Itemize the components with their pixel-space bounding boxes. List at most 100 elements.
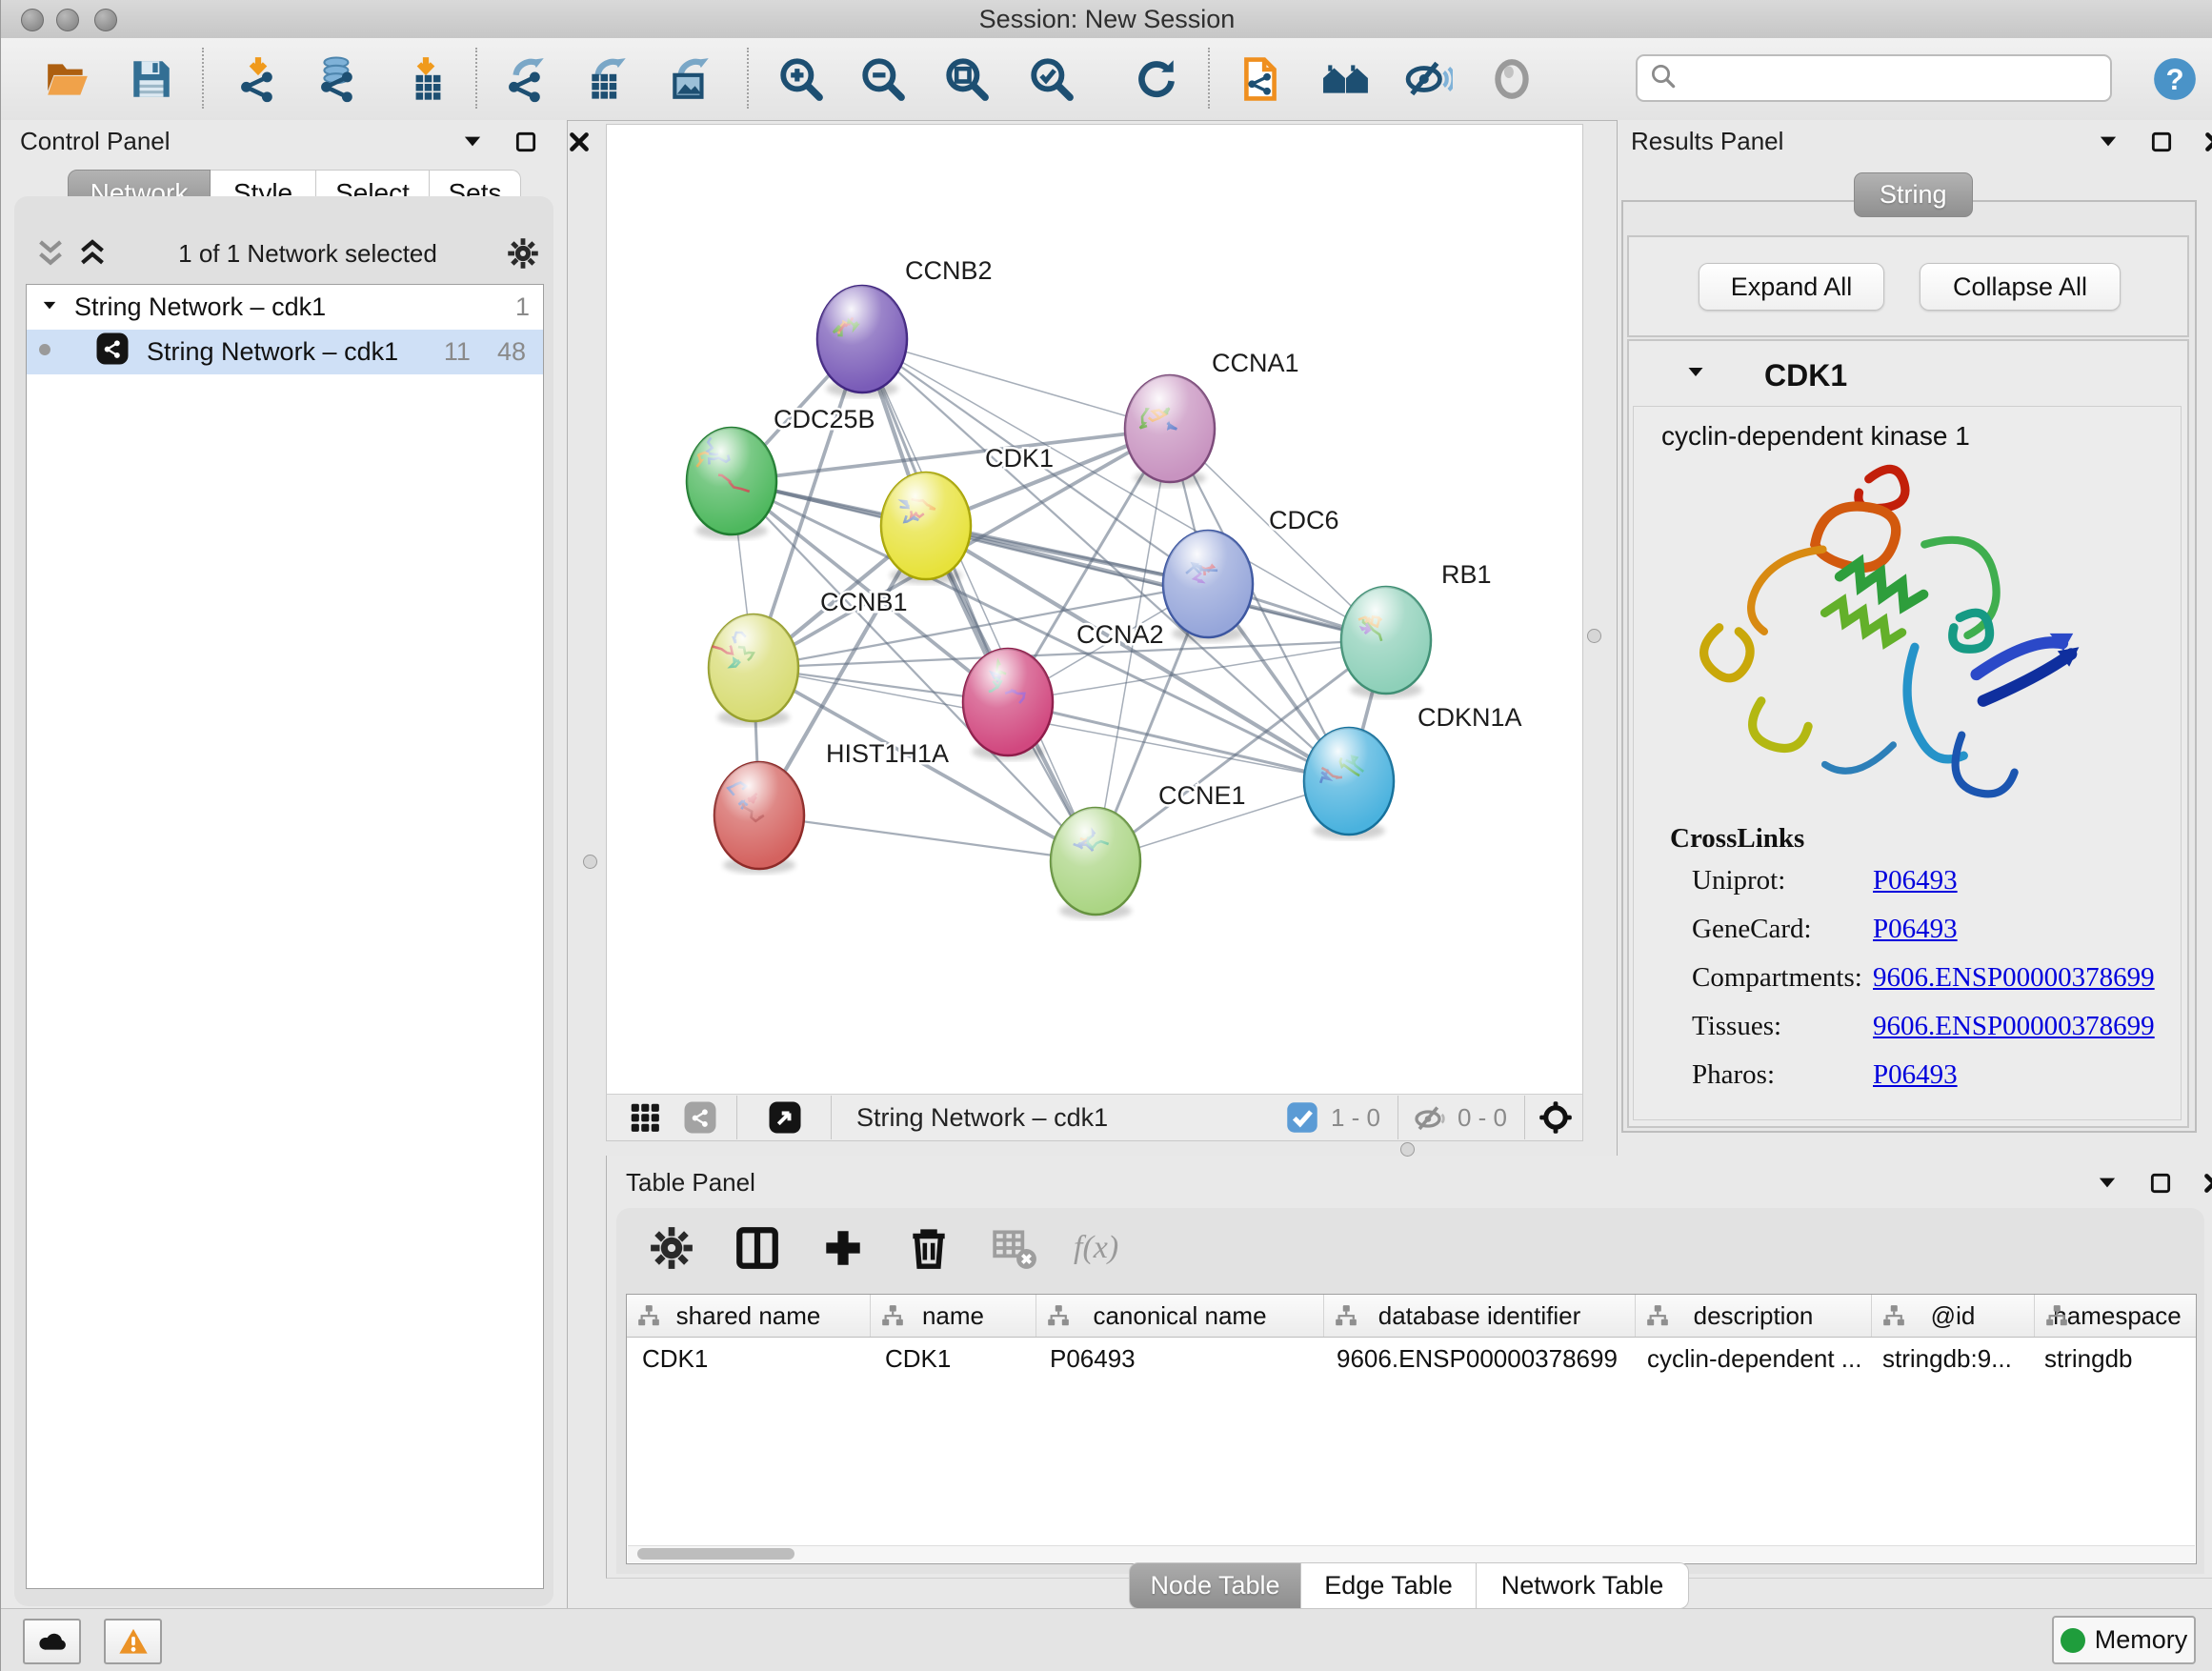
- zoom-out-button[interactable]: [856, 52, 910, 106]
- crosslink-value-link[interactable]: P06493: [1873, 914, 1958, 945]
- table-row[interactable]: CDK1CDK1P064939606.ENSP00000378699cyclin…: [627, 1338, 2196, 1379]
- expand-all-button[interactable]: Expand All: [1699, 263, 1884, 311]
- crosslink-value-link[interactable]: P06493: [1873, 1059, 1958, 1091]
- memory-button[interactable]: Memory: [2052, 1616, 2196, 1664]
- column-header--id[interactable]: @id: [1872, 1295, 2035, 1337]
- export-image-button[interactable]: [664, 52, 717, 106]
- show-columns-icon[interactable]: [731, 1221, 784, 1275]
- network-node-CCNE1[interactable]: [1051, 808, 1140, 919]
- import-database-button[interactable]: [312, 52, 365, 106]
- zoom-fit-button[interactable]: [940, 52, 994, 106]
- function-builder-button[interactable]: f(x): [1074, 1230, 1118, 1266]
- network-node-HIST1H1A[interactable]: [714, 762, 804, 874]
- network-row[interactable]: String Network – cdk1 11 48: [27, 330, 543, 374]
- column-header-database-identifier[interactable]: database identifier: [1324, 1295, 1636, 1337]
- selected-checkbox-icon[interactable]: [1281, 1097, 1323, 1138]
- show-eye-button[interactable]: [1485, 52, 1538, 106]
- node-label-CCNB2: CCNB2: [905, 256, 993, 285]
- zoom-selected-button[interactable]: [1025, 52, 1078, 106]
- birdseye-view-icon[interactable]: [764, 1097, 806, 1138]
- open-folder-button[interactable]: [41, 52, 94, 106]
- table-panel-float-panel-icon[interactable]: [2146, 1169, 2175, 1198]
- share-network-icon[interactable]: [679, 1097, 721, 1138]
- tab-edge-table[interactable]: Edge Table: [1301, 1562, 1477, 1609]
- node-label-CCNA2: CCNA2: [1076, 620, 1164, 649]
- clear-table-icon[interactable]: [988, 1221, 1041, 1275]
- crosslink-value-link[interactable]: 9606.ENSP00000378699: [1873, 962, 2155, 994]
- control-panel-close-panel-icon[interactable]: [565, 128, 593, 156]
- column-header-shared-name[interactable]: shared name: [627, 1295, 871, 1337]
- column-header-canonical-name[interactable]: canonical name: [1036, 1295, 1324, 1337]
- gene-section-header[interactable]: CDK1: [1684, 349, 2180, 402]
- tab-node-table[interactable]: Node Table: [1129, 1562, 1301, 1609]
- delete-column-icon[interactable]: [902, 1221, 955, 1275]
- table-panel-close-panel-icon[interactable]: [2200, 1169, 2212, 1198]
- cloud-status-button[interactable]: [23, 1619, 81, 1664]
- table-cell: P06493: [1035, 1344, 1321, 1374]
- network-options-gear-icon[interactable]: [502, 232, 544, 274]
- network-node-CDKN1A[interactable]: [1304, 728, 1394, 839]
- column-header-description[interactable]: description: [1636, 1295, 1872, 1337]
- memory-status-dot: [2061, 1628, 2085, 1653]
- hidden-eye-slash-icon[interactable]: [1410, 1097, 1452, 1138]
- column-header-namespace[interactable]: namespace: [2035, 1295, 2197, 1337]
- network-node-CCNB1[interactable]: [709, 614, 798, 726]
- collection-expander-icon[interactable]: [27, 292, 59, 322]
- add-column-icon[interactable]: [816, 1221, 870, 1275]
- gene-description: cyclin-dependent kinase 1: [1661, 421, 1970, 452]
- results-panel-title: Results Panel: [1631, 127, 1783, 156]
- export-network-button[interactable]: [499, 52, 553, 106]
- collapse-all-button[interactable]: Collapse All: [1920, 263, 2121, 311]
- fit-crosshair-icon[interactable]: [1535, 1097, 1577, 1138]
- crosslink-label: GeneCard:: [1692, 914, 1873, 945]
- control-panel-float-panel-icon[interactable]: [512, 128, 540, 156]
- horizontal-splitter-grip[interactable]: [1400, 1142, 1415, 1157]
- network-node-RB1[interactable]: [1341, 587, 1431, 698]
- refresh-button[interactable]: [1130, 52, 1183, 106]
- results-panel-collapse-panel-icon[interactable]: [2094, 128, 2122, 156]
- table-panel: Table Panel f(x) shared namenamecanonica…: [606, 1156, 2212, 1579]
- crosslink-value-link[interactable]: 9606.ENSP00000378699: [1873, 1011, 2155, 1042]
- column-header-name[interactable]: name: [871, 1295, 1036, 1337]
- grid-view-icon[interactable]: [624, 1097, 666, 1138]
- import-table-button[interactable]: [399, 52, 452, 106]
- table-panel-collapse-panel-icon[interactable]: [2093, 1169, 2122, 1198]
- tab-network-table[interactable]: Network Table: [1477, 1562, 1689, 1609]
- results-panel-float-panel-icon[interactable]: [2147, 128, 2176, 156]
- gene-expander-icon[interactable]: [1684, 361, 1713, 390]
- tab-string[interactable]: String: [1854, 172, 1973, 217]
- hide-eye-button[interactable]: [1402, 52, 1456, 106]
- network-node-CDC25B[interactable]: [687, 428, 776, 539]
- home-pair-button[interactable]: [1319, 52, 1373, 106]
- import-network-button[interactable]: [231, 52, 285, 106]
- search-input[interactable]: [1678, 58, 2110, 98]
- collection-count: 1: [515, 292, 530, 322]
- right-splitter-grip[interactable]: [1587, 629, 1601, 643]
- save-button[interactable]: [125, 52, 178, 106]
- warnings-button[interactable]: [104, 1619, 162, 1664]
- left-splitter-grip[interactable]: [583, 855, 597, 869]
- network-node-CCNB2[interactable]: [817, 286, 907, 397]
- share-document-button[interactable]: [1234, 52, 1287, 106]
- search-icon: [1638, 62, 1678, 95]
- collapse-all-networks-icon[interactable]: [30, 232, 71, 274]
- application-window: Session: New Session ? Control Panel Net…: [0, 0, 2212, 1671]
- network-node-CDK1[interactable]: [881, 473, 971, 584]
- expand-all-networks-icon[interactable]: [71, 232, 113, 274]
- table-settings-gear-icon[interactable]: [645, 1221, 698, 1275]
- table-cell: stringdb:9...: [1867, 1344, 2029, 1374]
- network-node-CCNA1[interactable]: [1125, 375, 1215, 487]
- search-field[interactable]: [1636, 54, 2112, 102]
- title-bar: Session: New Session: [1, 0, 2212, 39]
- table-horizontal-scrollbar[interactable]: [628, 1545, 2195, 1562]
- network-view-canvas[interactable]: CCNB2CCNA1CDC25BCDK1CDC6RB1CCNB1CCNA2CDK…: [606, 124, 1583, 1096]
- crosslink-value-link[interactable]: P06493: [1873, 865, 1958, 896]
- network-collection-row[interactable]: String Network – cdk1 1: [27, 285, 543, 330]
- results-panel-close-panel-icon[interactable]: [2201, 128, 2212, 156]
- export-table-button[interactable]: [581, 52, 634, 106]
- scrollbar-thumb[interactable]: [637, 1548, 794, 1560]
- zoom-in-button[interactable]: [774, 52, 828, 106]
- help-button[interactable]: ?: [2148, 52, 2202, 106]
- control-panel-collapse-panel-icon[interactable]: [458, 128, 487, 156]
- network-node-CCNA2[interactable]: [963, 649, 1053, 760]
